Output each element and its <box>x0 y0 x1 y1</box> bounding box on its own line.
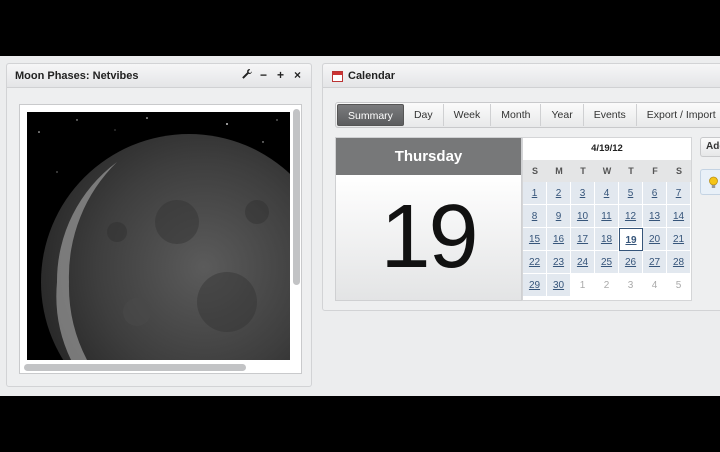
weekday-label: M <box>555 166 563 176</box>
calendar-day[interactable]: 12 <box>619 205 643 228</box>
tab-month[interactable]: Month <box>491 104 542 126</box>
calendar-day[interactable]: 26 <box>619 251 643 274</box>
weekday-label: T <box>628 166 634 176</box>
tab-export-import[interactable]: Export / Import <box>637 104 720 126</box>
widget-title: Moon Phases: Netvibes <box>15 70 139 82</box>
mini-calendar: 4/19/12 SMTWTFS 1 2 3 4 5 6 7 8 9 10 11 12 13 14 15 16 1… <box>522 137 692 301</box>
next-month-day: 1 <box>571 274 595 297</box>
calendar-day[interactable]: 14 <box>667 205 691 228</box>
horizontal-scrollbar[interactable] <box>24 364 246 371</box>
calendar-day[interactable]: 25 <box>595 251 619 274</box>
calendar-day[interactable]: 29 <box>523 274 547 297</box>
moon-frame <box>19 104 302 374</box>
calendar-day[interactable]: 8 <box>523 205 547 228</box>
next-month-day: 2 <box>595 274 619 297</box>
calendar-day[interactable]: 9 <box>547 205 571 228</box>
calendar-day[interactable]: 16 <box>547 228 571 251</box>
mini-calendar-title: 4/19/12 <box>591 143 623 154</box>
next-month-day: 4 <box>643 274 667 297</box>
widget-controls: − + × <box>241 68 303 82</box>
calendar-day[interactable]: 4 <box>595 182 619 205</box>
calendar-day[interactable]: 1 <box>523 182 547 205</box>
lightbulb-icon <box>709 176 718 188</box>
calendar-day[interactable]: 28 <box>667 251 691 274</box>
tab-day[interactable]: Day <box>404 104 444 126</box>
calendar-day[interactable]: 11 <box>595 205 619 228</box>
calendar-day[interactable]: 30 <box>547 274 571 297</box>
tab-summary[interactable]: Summary <box>337 104 404 126</box>
next-month-day: 5 <box>667 274 691 297</box>
calendar-day[interactable]: 24 <box>571 251 595 274</box>
minimize-icon[interactable]: − <box>258 68 269 82</box>
next-month-day: 3 <box>619 274 643 297</box>
calendar-day[interactable]: 20 <box>643 228 667 251</box>
calendar-tabs: Summary Day Week Month Year Events Expor… <box>335 102 720 128</box>
moon-phases-widget: Moon Phases: Netvibes − + × <box>6 63 312 387</box>
weekday-header: SMTWTFS <box>523 160 691 182</box>
moon-image <box>27 112 290 360</box>
calendar-day[interactable]: 2 <box>547 182 571 205</box>
calendar-day[interactable]: 21 <box>667 228 691 251</box>
tip-box[interactable] <box>700 169 720 195</box>
tab-events[interactable]: Events <box>584 104 637 126</box>
calendar-day[interactable]: 10 <box>571 205 595 228</box>
calendar-day[interactable]: 27 <box>643 251 667 274</box>
calendar-widget: Calendar Summary Day Week Month Year Eve… <box>322 63 720 311</box>
weekday-label: S <box>675 166 682 176</box>
day-panel: Thursday 19 <box>335 137 522 301</box>
calendar-day[interactable]: 19 <box>619 228 643 251</box>
tab-year[interactable]: Year <box>541 104 584 126</box>
tab-week[interactable]: Week <box>444 104 492 126</box>
weekday-label: F <box>652 166 658 176</box>
dashboard: Moon Phases: Netvibes − + × Calendar Sum… <box>0 56 720 396</box>
vertical-scrollbar[interactable] <box>293 109 300 285</box>
calendar-day[interactable]: 7 <box>667 182 691 205</box>
calendar-day[interactable]: 15 <box>523 228 547 251</box>
calendar-day[interactable]: 6 <box>643 182 667 205</box>
day-grid: 1 2 3 4 5 6 7 8 9 10 11 12 13 14 15 16 17 18 19 20 21 22 23 24 2… <box>523 182 691 297</box>
calendar-title: Calendar <box>348 70 396 82</box>
day-name: Thursday <box>336 138 521 175</box>
widget-header: Moon Phases: Netvibes − + × <box>7 64 311 88</box>
wrench-icon[interactable] <box>241 68 252 82</box>
day-number: 19 <box>336 175 521 300</box>
calendar-day[interactable]: 3 <box>571 182 595 205</box>
weekday-label: T <box>580 166 586 176</box>
calendar-day[interactable]: 23 <box>547 251 571 274</box>
close-icon[interactable]: × <box>292 68 303 82</box>
weekday-label: S <box>531 166 538 176</box>
calendar-day[interactable]: 13 <box>643 205 667 228</box>
calendar-day[interactable]: 5 <box>619 182 643 205</box>
calendar-day[interactable]: 18 <box>595 228 619 251</box>
calendar-icon <box>332 71 343 82</box>
calendar-day[interactable]: 22 <box>523 251 547 274</box>
calendar-header: Calendar <box>323 64 720 88</box>
weekday-label: W <box>602 166 612 176</box>
add-button[interactable]: Add <box>700 137 720 157</box>
maximize-icon[interactable]: + <box>275 68 286 82</box>
calendar-day[interactable]: 17 <box>571 228 595 251</box>
